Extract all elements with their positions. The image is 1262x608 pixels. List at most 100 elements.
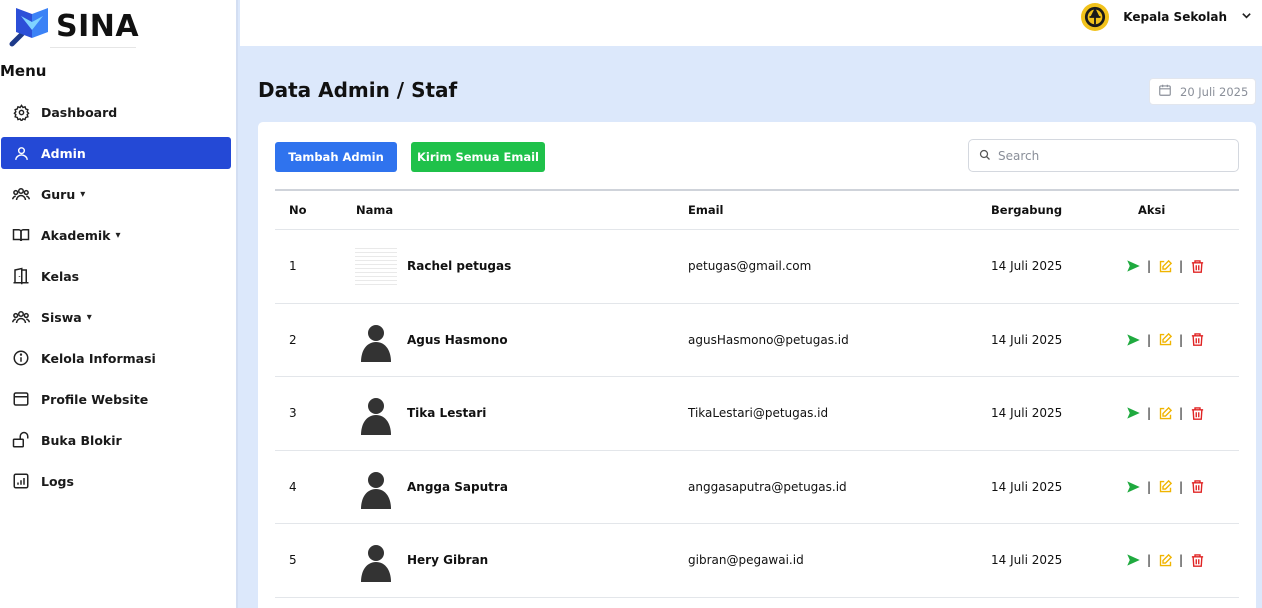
row-actions: | | — [1125, 405, 1205, 421]
sidebar-item-siswa[interactable]: Siswa ▾ — [1, 301, 231, 333]
info-icon — [12, 349, 30, 367]
row-name: Tika Lestari — [407, 406, 487, 420]
send-icon[interactable] — [1125, 258, 1141, 274]
header-email: Email — [688, 203, 724, 217]
avatar — [355, 246, 397, 288]
table-row: 5 Hery Gibran gibran@pegawai.id 14 Juli … — [275, 524, 1239, 598]
chart-icon — [12, 472, 30, 490]
row-name: Hery Gibran — [407, 553, 489, 567]
avatar — [355, 320, 397, 362]
row-joined: 14 Juli 2025 — [991, 406, 1063, 420]
action-separator: | — [1179, 332, 1184, 347]
row-name: Agus Hasmono — [407, 332, 508, 347]
row-email: TikaLestari@petugas.id — [688, 406, 829, 420]
date-display: 20 Juli 2025 — [1149, 78, 1256, 105]
edit-icon[interactable] — [1157, 332, 1173, 348]
sidebar-item-label: Admin — [41, 145, 86, 161]
sidebar-item-logs[interactable]: Logs — [1, 465, 231, 497]
unlock-icon — [12, 431, 30, 449]
sidebar-item-label: Akademik — [41, 227, 111, 243]
avatar — [355, 467, 397, 509]
sidebar-item-label: Siswa — [41, 309, 82, 325]
edit-icon[interactable] — [1157, 405, 1173, 421]
edit-icon[interactable] — [1157, 258, 1173, 274]
row-number: 4 — [289, 479, 297, 494]
row-number: 1 — [289, 259, 297, 273]
edit-icon[interactable] — [1157, 552, 1173, 568]
sidebar-item-guru[interactable]: Guru ▾ — [1, 178, 231, 210]
trash-icon[interactable] — [1189, 332, 1205, 348]
page-title: Data Admin / Staf — [258, 78, 458, 102]
header-joined: Bergabung — [991, 203, 1063, 217]
sidebar-item-label: Dashboard — [41, 104, 118, 120]
action-separator: | — [1147, 332, 1152, 347]
sidebar-item-kelas[interactable]: Kelas — [1, 260, 231, 292]
row-number: 3 — [289, 406, 297, 420]
action-separator: | — [1179, 479, 1184, 494]
row-name: Angga Saputra — [407, 479, 508, 494]
row-email: agusHasmono@petugas.id — [688, 332, 849, 347]
table-row: 3 Tika Lestari TikaLestari@petugas.id 14… — [275, 377, 1239, 451]
edit-icon[interactable] — [1157, 479, 1173, 495]
gear-icon — [12, 103, 30, 121]
send-icon[interactable] — [1125, 552, 1141, 568]
header-no: No — [289, 203, 307, 217]
users-icon — [12, 185, 30, 203]
sidebar-nav: Dashboard Admin Guru ▾ Akademik ▾ Kelas … — [0, 96, 238, 506]
sidebar-item-label: Profile Website — [41, 391, 149, 407]
sidebar-item-akademik[interactable]: Akademik ▾ — [1, 219, 231, 251]
sidebar-item-buka-blokir[interactable]: Buka Blokir — [1, 424, 231, 456]
send-icon[interactable] — [1125, 479, 1141, 495]
trash-icon[interactable] — [1189, 405, 1205, 421]
chevron-down-icon — [1241, 10, 1252, 24]
logo-divider — [50, 47, 136, 48]
topbar: Kepala Sekolah — [240, 0, 1262, 46]
row-actions: | | — [1125, 258, 1205, 274]
sidebar-item-admin[interactable]: Admin — [1, 137, 231, 169]
row-actions: | | — [1125, 479, 1205, 495]
row-name: Rachel petugas — [407, 259, 512, 273]
calendar-icon — [1158, 82, 1172, 101]
row-actions: | | — [1125, 552, 1205, 568]
door-icon — [12, 267, 30, 285]
avatar — [355, 393, 397, 435]
send-icon[interactable] — [1125, 405, 1141, 421]
admin-table-card: Tambah Admin Kirim Semua Email No Nama E… — [258, 122, 1256, 608]
send-icon[interactable] — [1125, 332, 1141, 348]
current-date: 20 Juli 2025 — [1180, 84, 1249, 99]
trash-icon[interactable] — [1189, 552, 1205, 568]
brand-name: SINA — [56, 8, 140, 44]
send-all-email-button[interactable]: Kirim Semua Email — [411, 142, 545, 172]
chevron-down-icon: ▾ — [115, 229, 121, 241]
sidebar-item-profile-website[interactable]: Profile Website — [1, 383, 231, 415]
sidebar-item-label: Buka Blokir — [41, 432, 122, 448]
app-logo[interactable]: SINA — [8, 4, 139, 48]
sina-logo-icon — [9, 8, 48, 47]
user-menu[interactable]: Kepala Sekolah — [1081, 2, 1252, 32]
table-row: 1 Rachel petugas petugas@gmail.com 14 Ju… — [275, 230, 1239, 304]
action-separator: | — [1179, 553, 1184, 567]
sidebar-item-dashboard[interactable]: Dashboard — [1, 96, 231, 128]
row-actions: | | — [1125, 332, 1205, 348]
search-icon — [979, 146, 991, 165]
action-separator: | — [1179, 259, 1184, 273]
row-email: anggasaputra@petugas.id — [688, 479, 847, 494]
row-email: gibran@pegawai.id — [688, 553, 804, 567]
table-row: 4 Angga Saputra anggasaputra@petugas.id … — [275, 451, 1239, 524]
trash-icon[interactable] — [1189, 258, 1205, 274]
add-admin-button[interactable]: Tambah Admin — [275, 142, 397, 172]
menu-title: Menu — [0, 62, 47, 80]
trash-icon[interactable] — [1189, 479, 1205, 495]
users-icon — [12, 308, 30, 326]
action-separator: | — [1179, 406, 1184, 420]
action-separator: | — [1147, 406, 1152, 420]
row-email: petugas@gmail.com — [688, 259, 812, 273]
header-actions: Aksi — [1138, 203, 1166, 217]
sidebar-item-kelola-informasi[interactable]: Kelola Informasi — [1, 342, 231, 374]
row-joined: 14 Juli 2025 — [991, 553, 1063, 567]
action-separator: | — [1147, 479, 1152, 494]
user-icon — [12, 144, 30, 162]
search-input[interactable] — [998, 148, 1218, 163]
admin-table: No Nama Email Bergabung Aksi 1 Rachel pe… — [275, 189, 1239, 598]
sidebar: SINA Menu Dashboard Admin Guru ▾ Akademi… — [0, 0, 238, 608]
